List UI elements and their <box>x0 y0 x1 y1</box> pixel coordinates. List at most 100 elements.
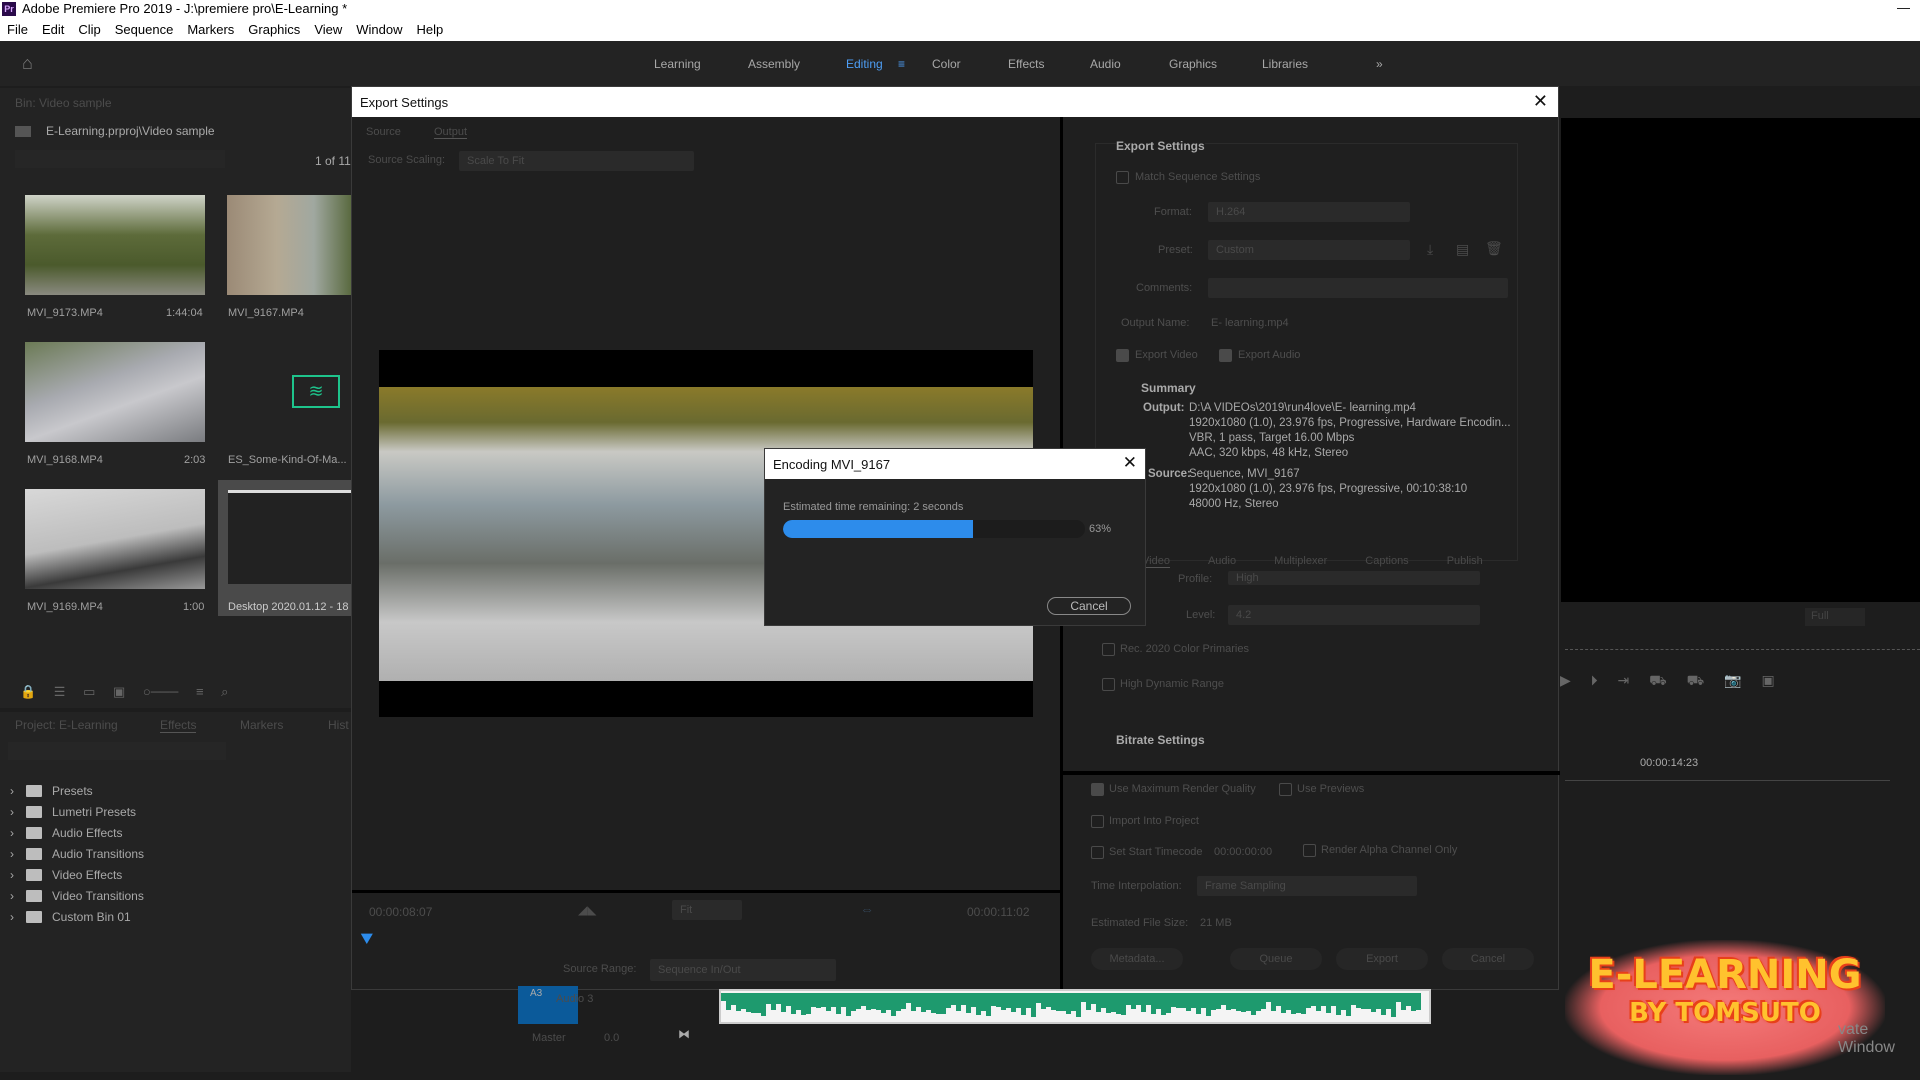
menu-file[interactable]: File <box>0 22 35 37</box>
set-in-out-icon[interactable]: ◢◣ <box>578 903 596 917</box>
tree-item-video-effects[interactable]: › Video Effects <box>10 864 122 885</box>
tab-color[interactable]: Color <box>932 57 961 71</box>
track-a3-target[interactable]: A3 <box>518 986 578 1024</box>
folder-up-icon[interactable] <box>15 126 31 137</box>
selected-clip-card[interactable] <box>218 480 351 616</box>
delete-preset-icon[interactable]: 🗑 <box>1485 240 1503 257</box>
effects-search-input[interactable] <box>8 742 226 760</box>
tab-project[interactable]: Project: E-Learning <box>15 718 118 732</box>
queue-button[interactable]: Queue <box>1230 948 1322 970</box>
cancel-encoding-button[interactable]: Cancel <box>1047 597 1131 615</box>
clear-icon[interactable]: ⧓ <box>678 1027 690 1041</box>
menu-graphics[interactable]: Graphics <box>241 22 307 37</box>
max-quality-checkbox[interactable] <box>1091 783 1104 796</box>
output-name-link[interactable]: E- learning.mp4 <box>1211 317 1289 329</box>
menu-markers[interactable]: Markers <box>180 22 241 37</box>
time-interpolation-select[interactable]: Frame Sampling <box>1197 876 1417 896</box>
tree-item-custom-bin[interactable]: › Custom Bin 01 <box>10 906 131 927</box>
clip-thumbnail[interactable] <box>227 195 351 295</box>
export-video-checkbox[interactable] <box>1116 349 1129 362</box>
program-fit-select[interactable]: Full <box>1805 608 1865 626</box>
audio-clip[interactable] <box>719 989 1431 1024</box>
program-transport-controls[interactable]: ▶ ⏵ ⇥ ⛟ ⛟ 📷 ▣ <box>1560 672 1775 691</box>
more-workspaces-icon[interactable]: » <box>1376 57 1383 71</box>
export-audio-checkbox[interactable] <box>1219 349 1232 362</box>
home-icon[interactable]: ⌂ <box>22 53 33 74</box>
tab-audio-settings[interactable]: Audio <box>1208 555 1236 567</box>
tab-audio[interactable]: Audio <box>1090 57 1121 71</box>
menu-window[interactable]: Window <box>349 22 409 37</box>
tab-editing[interactable]: Editing <box>846 57 883 71</box>
clip-thumbnail[interactable] <box>25 195 205 295</box>
summary-output-label: Output: <box>1143 402 1185 414</box>
start-timecode-checkbox[interactable] <box>1091 846 1104 859</box>
menu-edit[interactable]: Edit <box>35 22 71 37</box>
playhead-icon[interactable]: ⯆ <box>358 927 376 953</box>
tab-publish[interactable]: Publish <box>1447 555 1483 567</box>
tab-assembly[interactable]: Assembly <box>748 57 800 71</box>
tab-markers[interactable]: Markers <box>240 718 283 732</box>
tree-label: Audio Effects <box>52 825 123 840</box>
tree-item-lumetri[interactable]: › Lumetri Presets <box>10 801 136 822</box>
tree-item-audio-transitions[interactable]: › Audio Transitions <box>10 843 144 864</box>
tab-learning[interactable]: Learning <box>654 57 701 71</box>
start-timecode-value[interactable]: 00:00:00:00 <box>1214 846 1272 858</box>
menu-bar: File Edit Clip Sequence Markers Graphics… <box>0 17 1920 41</box>
export-button[interactable]: Export <box>1336 948 1428 970</box>
source-range-select[interactable]: Sequence In/Out <box>650 959 836 981</box>
preset-select[interactable]: Custom <box>1208 240 1410 260</box>
level-select[interactable]: 4.2 <box>1228 605 1480 625</box>
fit-select[interactable]: Fit <box>672 900 742 920</box>
close-icon[interactable]: ✕ <box>1533 91 1548 112</box>
audio-waveform-icon[interactable]: ≋ <box>292 375 340 408</box>
format-select[interactable]: H.264 <box>1208 202 1410 222</box>
tab-multiplexer[interactable]: Multiplexer <box>1274 555 1327 567</box>
master-label: Master <box>532 1032 566 1044</box>
minimize-icon[interactable]: — <box>1897 0 1910 15</box>
encoding-titlebar: Encoding MVI_9167 ✕ <box>765 449 1145 479</box>
menu-view[interactable]: View <box>307 22 349 37</box>
tab-graphics[interactable]: Graphics <box>1169 57 1217 71</box>
cancel-export-button[interactable]: Cancel <box>1442 948 1534 970</box>
preview-divider <box>352 890 1060 893</box>
tree-item-presets[interactable]: › Presets <box>10 780 93 801</box>
timecode-in: 00:00:08:07 <box>369 905 433 919</box>
save-preset-icon[interactable]: ⤓ <box>1427 241 1433 258</box>
match-sequence-checkbox[interactable] <box>1116 171 1129 184</box>
menu-sequence[interactable]: Sequence <box>108 22 181 37</box>
use-previews-checkbox[interactable] <box>1279 783 1292 796</box>
clip-thumbnail[interactable] <box>25 342 205 442</box>
activate-windows-text: vate Window <box>1838 1021 1895 1056</box>
tab-libraries[interactable]: Libraries <box>1262 57 1308 71</box>
alpha-only-checkbox[interactable] <box>1303 844 1316 857</box>
tab-video[interactable]: Video <box>1142 555 1170 568</box>
comments-input[interactable] <box>1208 278 1508 298</box>
tab-captions[interactable]: Captions <box>1365 555 1408 567</box>
file-size-label: Estimated File Size: <box>1091 917 1189 929</box>
bin-search-input[interactable] <box>15 150 225 168</box>
hdr-checkbox[interactable] <box>1102 678 1115 691</box>
tab-effects[interactable]: Effects <box>1008 57 1044 71</box>
tree-item-audio-effects[interactable]: › Audio Effects <box>10 822 123 843</box>
timeline-ruler <box>1565 775 1890 781</box>
aspect-toggle-icon[interactable]: ⇔ <box>860 901 874 917</box>
close-icon[interactable]: ✕ <box>1123 453 1137 473</box>
tab-output[interactable]: Output <box>434 126 468 139</box>
clip-thumbnail[interactable] <box>25 489 205 589</box>
import-preset-icon[interactable]: ▤ <box>1456 241 1469 258</box>
rec2020-checkbox[interactable] <box>1102 643 1115 656</box>
tab-history[interactable]: Hist <box>328 718 349 732</box>
comments-label: Comments: <box>1136 282 1193 294</box>
section-title: Export Settings <box>1116 139 1205 153</box>
bin-toolbar[interactable]: 🔒 ☰ ▭ ▣ ○─── ≡ ⌕ <box>0 680 351 708</box>
tab-effects-panel[interactable]: Effects <box>160 718 197 733</box>
metadata-button[interactable]: Metadata... <box>1091 948 1183 970</box>
tree-item-video-transitions[interactable]: › Video Transitions <box>10 885 144 906</box>
menu-clip[interactable]: Clip <box>71 22 107 37</box>
import-project-checkbox[interactable] <box>1091 815 1104 828</box>
source-scaling-select[interactable]: Scale To Fit <box>459 151 694 171</box>
menu-help[interactable]: Help <box>410 22 451 37</box>
profile-select[interactable]: High <box>1228 571 1480 585</box>
menu-icon[interactable]: ≡ <box>898 57 905 71</box>
tab-source[interactable]: Source <box>366 126 401 138</box>
